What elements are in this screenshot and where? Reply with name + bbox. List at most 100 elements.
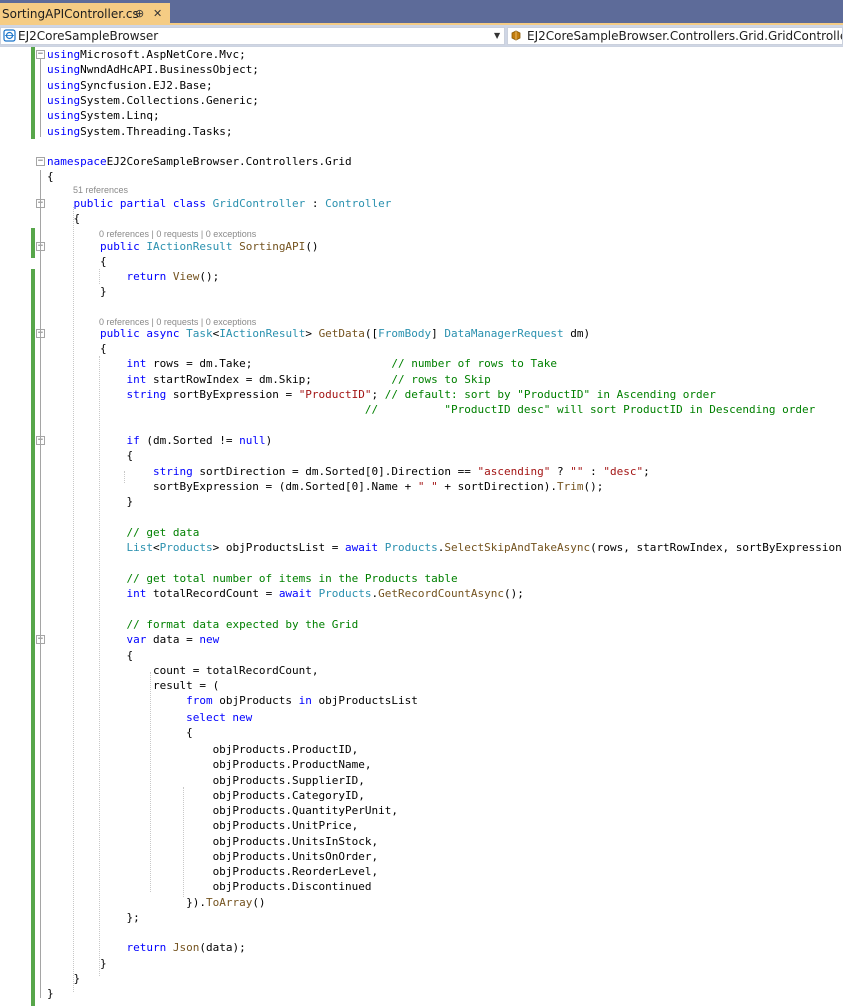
code-line[interactable]: } bbox=[47, 284, 107, 299]
code-token: rows = dm.Take; bbox=[146, 357, 392, 370]
code-line[interactable]: }; bbox=[47, 910, 139, 925]
code-line[interactable]: usingMicrosoft.AspNetCore.Mvc; bbox=[47, 47, 246, 62]
pin-icon[interactable]: ⊕ bbox=[135, 3, 144, 25]
class-icon bbox=[511, 30, 521, 41]
code-line[interactable]: objProducts.UnitsOnOrder, bbox=[47, 849, 379, 864]
code-token: }). bbox=[47, 896, 206, 909]
code-line[interactable]: } bbox=[47, 494, 133, 509]
code-token: { bbox=[47, 212, 81, 225]
code-token: } bbox=[47, 957, 107, 970]
codelens-class-references[interactable]: 51 references bbox=[73, 184, 128, 196]
code-line[interactable]: objProducts.Discontinued bbox=[47, 879, 372, 894]
code-line[interactable]: { bbox=[47, 169, 54, 184]
code-token: ToArray bbox=[205, 896, 253, 909]
code-token: EJ2CoreSampleBrowser.Controllers.Grid bbox=[106, 155, 352, 168]
code-token: int bbox=[126, 373, 147, 386]
code-line[interactable]: usingNwndAdHcAPI.BusinessObject; bbox=[47, 62, 259, 77]
code-token: ] bbox=[431, 327, 445, 340]
code-line[interactable]: { bbox=[47, 448, 133, 463]
code-token: IActionResult bbox=[219, 327, 306, 340]
codelens-getdata[interactable]: 0 references | 0 requests | 0 exceptions bbox=[99, 316, 256, 328]
code-line[interactable]: objProducts.CategoryID, bbox=[47, 788, 365, 803]
code-line[interactable]: // get data bbox=[47, 525, 199, 540]
code-token: System.Threading.Tasks; bbox=[80, 125, 233, 138]
code-line[interactable]: int rows = dm.Take; // number of rows to… bbox=[47, 356, 557, 371]
code-line[interactable]: { bbox=[47, 341, 107, 356]
indent-guide bbox=[73, 207, 74, 992]
code-token: } bbox=[47, 495, 134, 508]
code-token: totalRecordCount = bbox=[146, 587, 279, 600]
code-line[interactable]: count = totalRecordCount, bbox=[47, 663, 319, 678]
code-line[interactable]: string sortByExpression = "ProductID"; /… bbox=[47, 387, 715, 402]
code-token: // "ProductID desc" will sort ProductID … bbox=[364, 403, 816, 416]
collapse-icon[interactable]: − bbox=[36, 50, 45, 59]
close-icon[interactable]: ✕ bbox=[153, 3, 162, 25]
code-line[interactable]: objProducts.UnitsInStock, bbox=[47, 834, 379, 849]
code-line[interactable]: } bbox=[47, 986, 54, 1001]
code-token: public bbox=[99, 240, 140, 253]
code-line[interactable]: objProducts.UnitPrice, bbox=[47, 818, 359, 833]
code-token: (dm.Sorted != bbox=[139, 434, 240, 447]
code-line[interactable]: objProducts.ProductName, bbox=[47, 757, 372, 772]
code-line[interactable]: string sortDirection = dm.Sorted[0].Dire… bbox=[47, 464, 650, 479]
code-line[interactable]: { bbox=[47, 211, 80, 226]
code-line[interactable]: // get total number of items in the Prod… bbox=[47, 571, 457, 586]
navigation-bar: EJ2CoreSampleBrowser ▼ EJ2CoreSampleBrow… bbox=[0, 25, 843, 47]
project-dropdown[interactable]: EJ2CoreSampleBrowser ▼ bbox=[0, 27, 505, 45]
code-token: Products bbox=[159, 541, 213, 554]
code-line[interactable]: objProducts.SupplierID, bbox=[47, 773, 365, 788]
code-line[interactable]: int totalRecordCount = await Products.Ge… bbox=[47, 586, 523, 601]
code-token: sortByExpression = bbox=[166, 388, 299, 401]
project-name: EJ2CoreSampleBrowser bbox=[18, 29, 159, 43]
code-token: Syncfusion.EJ2.Base; bbox=[80, 79, 213, 92]
code-token: objProducts.UnitsOnOrder, bbox=[47, 850, 379, 863]
tab-sorting-api-controller[interactable]: SortingAPIController.cs ⊕ ✕ bbox=[0, 3, 170, 25]
indent-guide bbox=[124, 471, 125, 483]
code-line[interactable]: namespaceEJ2CoreSampleBrowser.Controller… bbox=[47, 154, 352, 169]
code-line[interactable]: } bbox=[47, 971, 80, 986]
chevron-down-icon[interactable]: ▼ bbox=[494, 28, 500, 44]
code-token: Products bbox=[384, 541, 438, 554]
code-line[interactable]: from objProducts in objProductsList bbox=[47, 693, 418, 708]
code-token: // rows to Skip bbox=[391, 373, 491, 386]
code-token: System.Collections.Generic; bbox=[80, 94, 259, 107]
code-line[interactable]: public async Task<IActionResult> GetData… bbox=[47, 326, 590, 341]
code-line[interactable]: }).ToArray() bbox=[47, 895, 266, 910]
code-line[interactable]: public partial class GridController : Co… bbox=[47, 196, 392, 211]
code-token: ; bbox=[371, 388, 385, 401]
code-token: using bbox=[47, 48, 81, 61]
code-line[interactable]: usingSystem.Threading.Tasks; bbox=[47, 124, 232, 139]
code-line[interactable]: // format data expected by the Grid bbox=[47, 617, 358, 632]
code-line[interactable]: public IActionResult SortingAPI() bbox=[47, 239, 319, 254]
code-line[interactable]: usingSystem.Linq; bbox=[47, 108, 160, 123]
code-token: objProducts.UnitsInStock, bbox=[47, 835, 379, 848]
collapse-icon[interactable]: − bbox=[36, 157, 45, 166]
code-line[interactable]: { bbox=[47, 725, 193, 740]
code-line[interactable]: usingSyncfusion.EJ2.Base; bbox=[47, 78, 213, 93]
code-line[interactable]: objProducts.ProductID, bbox=[47, 742, 359, 757]
code-token: } bbox=[47, 285, 107, 298]
code-token: Products bbox=[318, 587, 372, 600]
code-line[interactable]: { bbox=[47, 254, 107, 269]
code-line[interactable]: int startRowIndex = dm.Skip; // rows to … bbox=[47, 372, 491, 387]
code-token: > bbox=[305, 327, 319, 340]
member-dropdown[interactable]: EJ2CoreSampleBrowser.Controllers.Grid.Gr… bbox=[507, 27, 843, 45]
codelens-sortingapi[interactable]: 0 references | 0 requests | 0 exceptions bbox=[99, 228, 256, 240]
code-line[interactable]: } bbox=[47, 956, 107, 971]
code-line[interactable]: usingSystem.Collections.Generic; bbox=[47, 93, 259, 108]
code-line[interactable]: { bbox=[47, 648, 133, 663]
code-editor[interactable]: −−−−−−− usingMicrosoft.AspNetCore.Mvc;us… bbox=[0, 47, 843, 1006]
code-line[interactable]: // "ProductID desc" will sort ProductID … bbox=[47, 402, 815, 417]
code-token: (rows, startRowIndex, sortByExpression); bbox=[590, 541, 843, 554]
code-line[interactable]: if (dm.Sorted != null) bbox=[47, 433, 272, 448]
code-line[interactable]: return Json(data); bbox=[47, 940, 245, 955]
code-line[interactable]: objProducts.ReorderLevel, bbox=[47, 864, 379, 879]
code-token: SelectSkipAndTakeAsync bbox=[444, 541, 591, 554]
code-line[interactable]: sortByExpression = (dm.Sorted[0].Name + … bbox=[47, 479, 603, 494]
code-line[interactable]: List<Products> objProductsList = await P… bbox=[47, 540, 843, 555]
